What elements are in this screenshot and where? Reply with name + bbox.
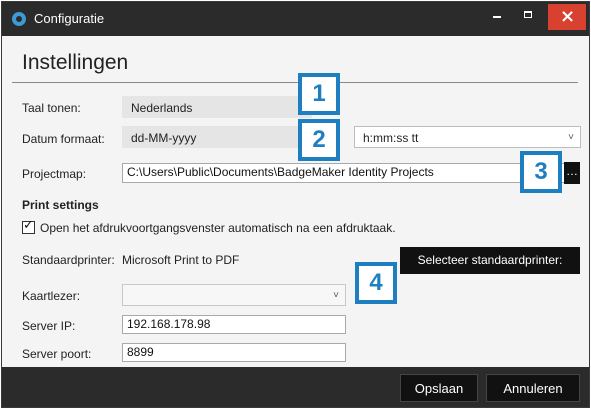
callout-1: 1 xyxy=(298,73,340,115)
auto-open-progress-label: Open het afdrukvoortgangsvenster automat… xyxy=(40,221,396,235)
date-format-value: dd-MM-yyyy xyxy=(131,131,197,145)
language-value: Nederlands xyxy=(131,101,193,115)
language-label: Taal tonen: xyxy=(22,101,81,115)
project-folder-value: C:\Users\Public\Documents\BadgeMaker Ide… xyxy=(127,165,434,179)
project-folder-label: Projectmap: xyxy=(22,167,87,181)
default-printer-label: Standaardprinter: xyxy=(22,253,115,267)
minimize-icon xyxy=(493,16,501,18)
callout-4: 4 xyxy=(355,262,397,304)
select-default-printer-button[interactable]: Selecteer standaardprinter: xyxy=(400,247,580,274)
callout-2: 2 xyxy=(298,119,340,161)
browse-folder-button[interactable]: … xyxy=(564,162,580,184)
heading-divider xyxy=(12,82,578,83)
window-title: Configuratie xyxy=(34,11,105,26)
server-ip-input[interactable]: 192.168.178.98 xyxy=(122,315,346,334)
time-format-dropdown[interactable]: h:mm:ss tt ˅ xyxy=(354,126,581,148)
checkmark-icon: ✓ xyxy=(23,218,34,233)
save-button[interactable]: Opslaan xyxy=(400,374,478,402)
card-reader-label: Kaartlezer: xyxy=(22,289,81,303)
server-ip-label: Server IP: xyxy=(22,319,76,333)
print-settings-title: Print settings xyxy=(22,198,99,212)
auto-open-progress-checkbox[interactable]: ✓ xyxy=(22,218,35,234)
titlebar: Configuratie × xyxy=(2,2,589,36)
server-port-label: Server poort: xyxy=(22,347,92,361)
server-port-value: 8899 xyxy=(127,345,154,359)
callout-3: 3 xyxy=(520,151,562,193)
project-folder-input[interactable]: C:\Users\Public\Documents\BadgeMaker Ide… xyxy=(122,163,568,183)
close-button[interactable]: × xyxy=(548,4,586,30)
close-icon: × xyxy=(560,6,576,27)
chevron-down-icon: ˅ xyxy=(333,290,339,301)
date-format-dropdown[interactable]: dd-MM-yyyy xyxy=(122,126,312,148)
server-port-input[interactable]: 8899 xyxy=(122,343,346,362)
card-reader-dropdown[interactable]: ˅ xyxy=(122,284,346,306)
date-format-label: Datum formaat: xyxy=(22,132,105,146)
minimize-button[interactable] xyxy=(482,2,512,32)
maximize-icon xyxy=(524,11,532,18)
ellipsis-icon: … xyxy=(566,164,578,178)
configuratie-window: Configuratie × Instellingen Taal tonen: … xyxy=(1,1,590,408)
server-ip-value: 192.168.178.98 xyxy=(127,317,211,331)
time-format-value: h:mm:ss tt xyxy=(363,131,419,145)
default-printer-value: Microsoft Print to PDF xyxy=(122,253,240,267)
page-title: Instellingen xyxy=(22,51,129,74)
maximize-button[interactable] xyxy=(514,2,544,32)
language-dropdown[interactable]: Nederlands xyxy=(122,96,312,118)
chevron-down-icon: ˅ xyxy=(568,132,574,143)
cancel-button[interactable]: Annuleren xyxy=(486,374,580,402)
app-logo-icon xyxy=(12,12,26,26)
